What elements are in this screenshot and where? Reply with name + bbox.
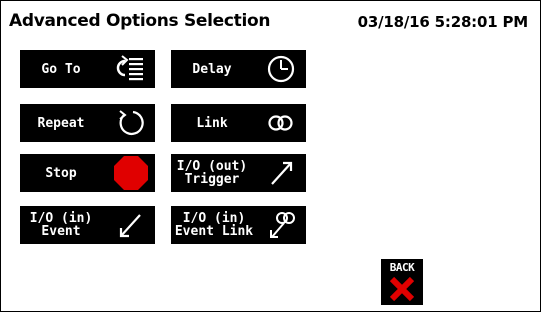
io-in-event-link-label: I/O (in) Event Link — [171, 206, 257, 244]
back-label: BACK — [389, 261, 415, 274]
io-in-event-button[interactable]: I/O (in) Event — [20, 206, 155, 244]
arrow-down-left-icon — [113, 210, 147, 240]
clock-icon — [264, 54, 298, 84]
stop-label: Stop — [45, 165, 77, 181]
repeat-circle-icon — [113, 108, 147, 138]
io-in-event-label: I/O (in) Event — [20, 206, 102, 244]
delay-button[interactable]: Delay — [171, 50, 306, 88]
io-out-trigger-label: I/O (out) Trigger — [171, 154, 253, 192]
arrow-up-right-icon — [264, 158, 298, 188]
io-out-trigger-line2: Trigger — [184, 172, 240, 187]
repeat-button[interactable]: Repeat — [20, 104, 155, 142]
link-label: Link — [196, 115, 228, 131]
stop-button[interactable]: Stop — [20, 154, 155, 192]
repeat-label: Repeat — [37, 115, 85, 131]
x-icon — [389, 276, 415, 302]
goto-button[interactable]: Go To — [20, 50, 155, 88]
io-in-event-line2: Event — [41, 224, 81, 239]
goto-list-icon — [113, 54, 147, 84]
delay-label: Delay — [192, 61, 232, 77]
back-button[interactable]: BACK — [381, 259, 423, 305]
link-button[interactable]: Link — [171, 104, 306, 142]
link-arrow-down-left-icon — [264, 210, 298, 240]
io-out-trigger-button[interactable]: I/O (out) Trigger — [171, 154, 306, 192]
stop-octagon-icon — [113, 155, 149, 191]
goto-label: Go To — [41, 61, 81, 77]
io-in-event-link-button[interactable]: I/O (in) Event Link — [171, 206, 306, 244]
screen: Advanced Options Selection 03/18/16 5:28… — [0, 0, 541, 312]
datetime-display: 03/18/16 5:28:01 PM — [357, 13, 529, 31]
page-title: Advanced Options Selection — [9, 11, 271, 31]
link-rings-icon — [264, 108, 298, 138]
io-in-event-link-line2: Event Link — [174, 224, 254, 239]
